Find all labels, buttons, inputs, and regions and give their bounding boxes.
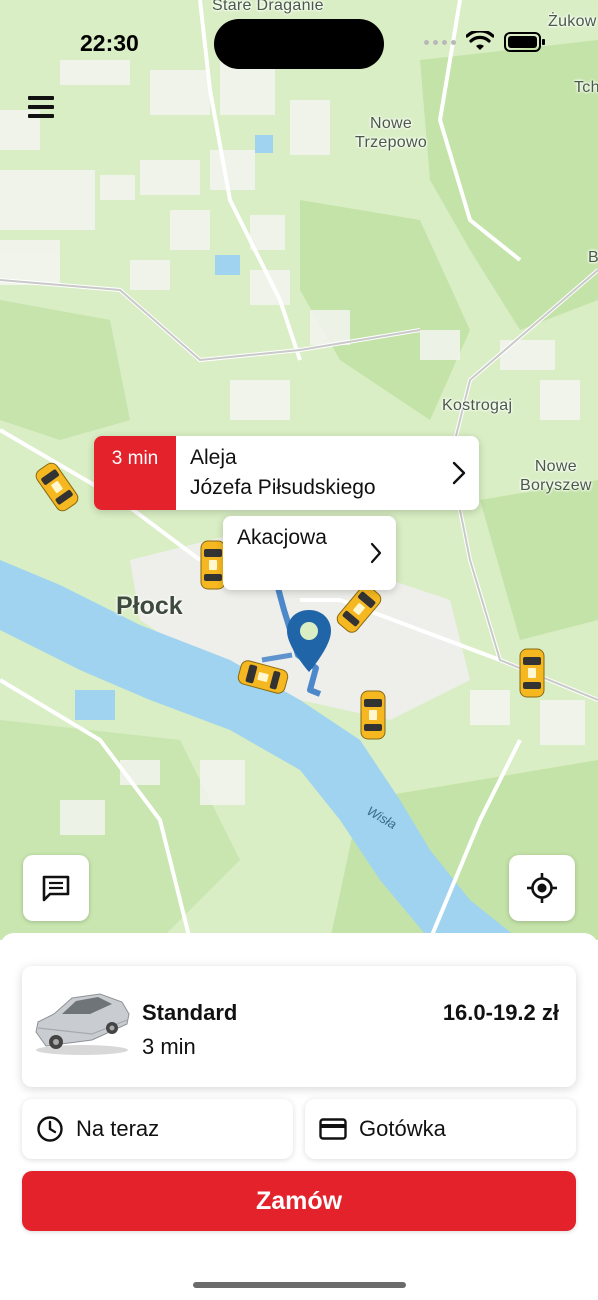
ride-eta: 3 min (142, 1034, 196, 1059)
place-label-stare-draganie: Stare Draganie (212, 0, 324, 14)
signal-dots (424, 39, 456, 45)
wifi-icon (466, 31, 494, 50)
locate-button[interactable] (509, 855, 575, 921)
status-icons (424, 31, 546, 53)
chat-button[interactable] (23, 855, 89, 921)
pickup-address: Aleja Józefa Piłsudskiego (176, 443, 439, 503)
locate-icon (527, 873, 557, 903)
city-label-plock: Płock (116, 592, 183, 620)
chevron-right-icon (439, 461, 479, 485)
place-label-kostrogaj: Kostrogaj (442, 397, 513, 414)
taxi-icon[interactable] (519, 648, 545, 698)
place-label-nowe-boryszewo: Nowe Boryszew (520, 458, 592, 494)
map-view[interactable]: Stare Draganie Żukow Tch Nowe Trzepowo B… (0, 0, 598, 940)
destination-address: Akacjowa (237, 526, 327, 549)
chat-icon (42, 875, 70, 902)
status-time: 22:30 (80, 30, 139, 56)
home-indicator[interactable] (193, 1282, 406, 1288)
chevron-right-icon (356, 542, 396, 564)
ride-price: 16.0-19.2 zł (442, 1000, 559, 1025)
pickup-callout[interactable]: 3 min Aleja Józefa Piłsudskiego (94, 436, 479, 510)
ride-option-card[interactable]: Standard 3 min 16.0-19.2 zł (22, 966, 576, 1087)
car-icon (35, 993, 130, 1055)
place-label-nowe-trzepowo: Nowe Trzepowo (355, 115, 428, 151)
order-sheet: Standard 3 min 16.0-19.2 zł Na teraz Got… (0, 933, 598, 1300)
schedule-option[interactable]: Na teraz (22, 1099, 293, 1159)
place-label-tch: Tch (574, 79, 598, 96)
battery-icon (504, 32, 545, 52)
payment-option-label: Gotówka (359, 1116, 446, 1141)
pickup-address-line2: Józefa Piłsudskiego (190, 476, 376, 499)
menu-icon[interactable] (28, 96, 54, 118)
card-icon (319, 1118, 347, 1140)
payment-option[interactable]: Gotówka (305, 1099, 576, 1159)
destination-callout[interactable]: Akacjowa (223, 516, 396, 590)
ride-class-name: Standard (142, 1000, 238, 1025)
place-label-zukowo: Żukow (548, 13, 597, 30)
location-pin-icon (287, 610, 331, 672)
schedule-option-label: Na teraz (76, 1116, 160, 1141)
pickup-address-line1: Aleja (190, 446, 237, 469)
pickup-eta: 3 min (94, 436, 176, 510)
order-button[interactable]: Zamów (22, 1171, 576, 1231)
dynamic-island (214, 19, 384, 69)
place-label-b: B (588, 249, 598, 266)
clock-icon (37, 1116, 63, 1142)
taxi-icon[interactable] (360, 690, 386, 740)
